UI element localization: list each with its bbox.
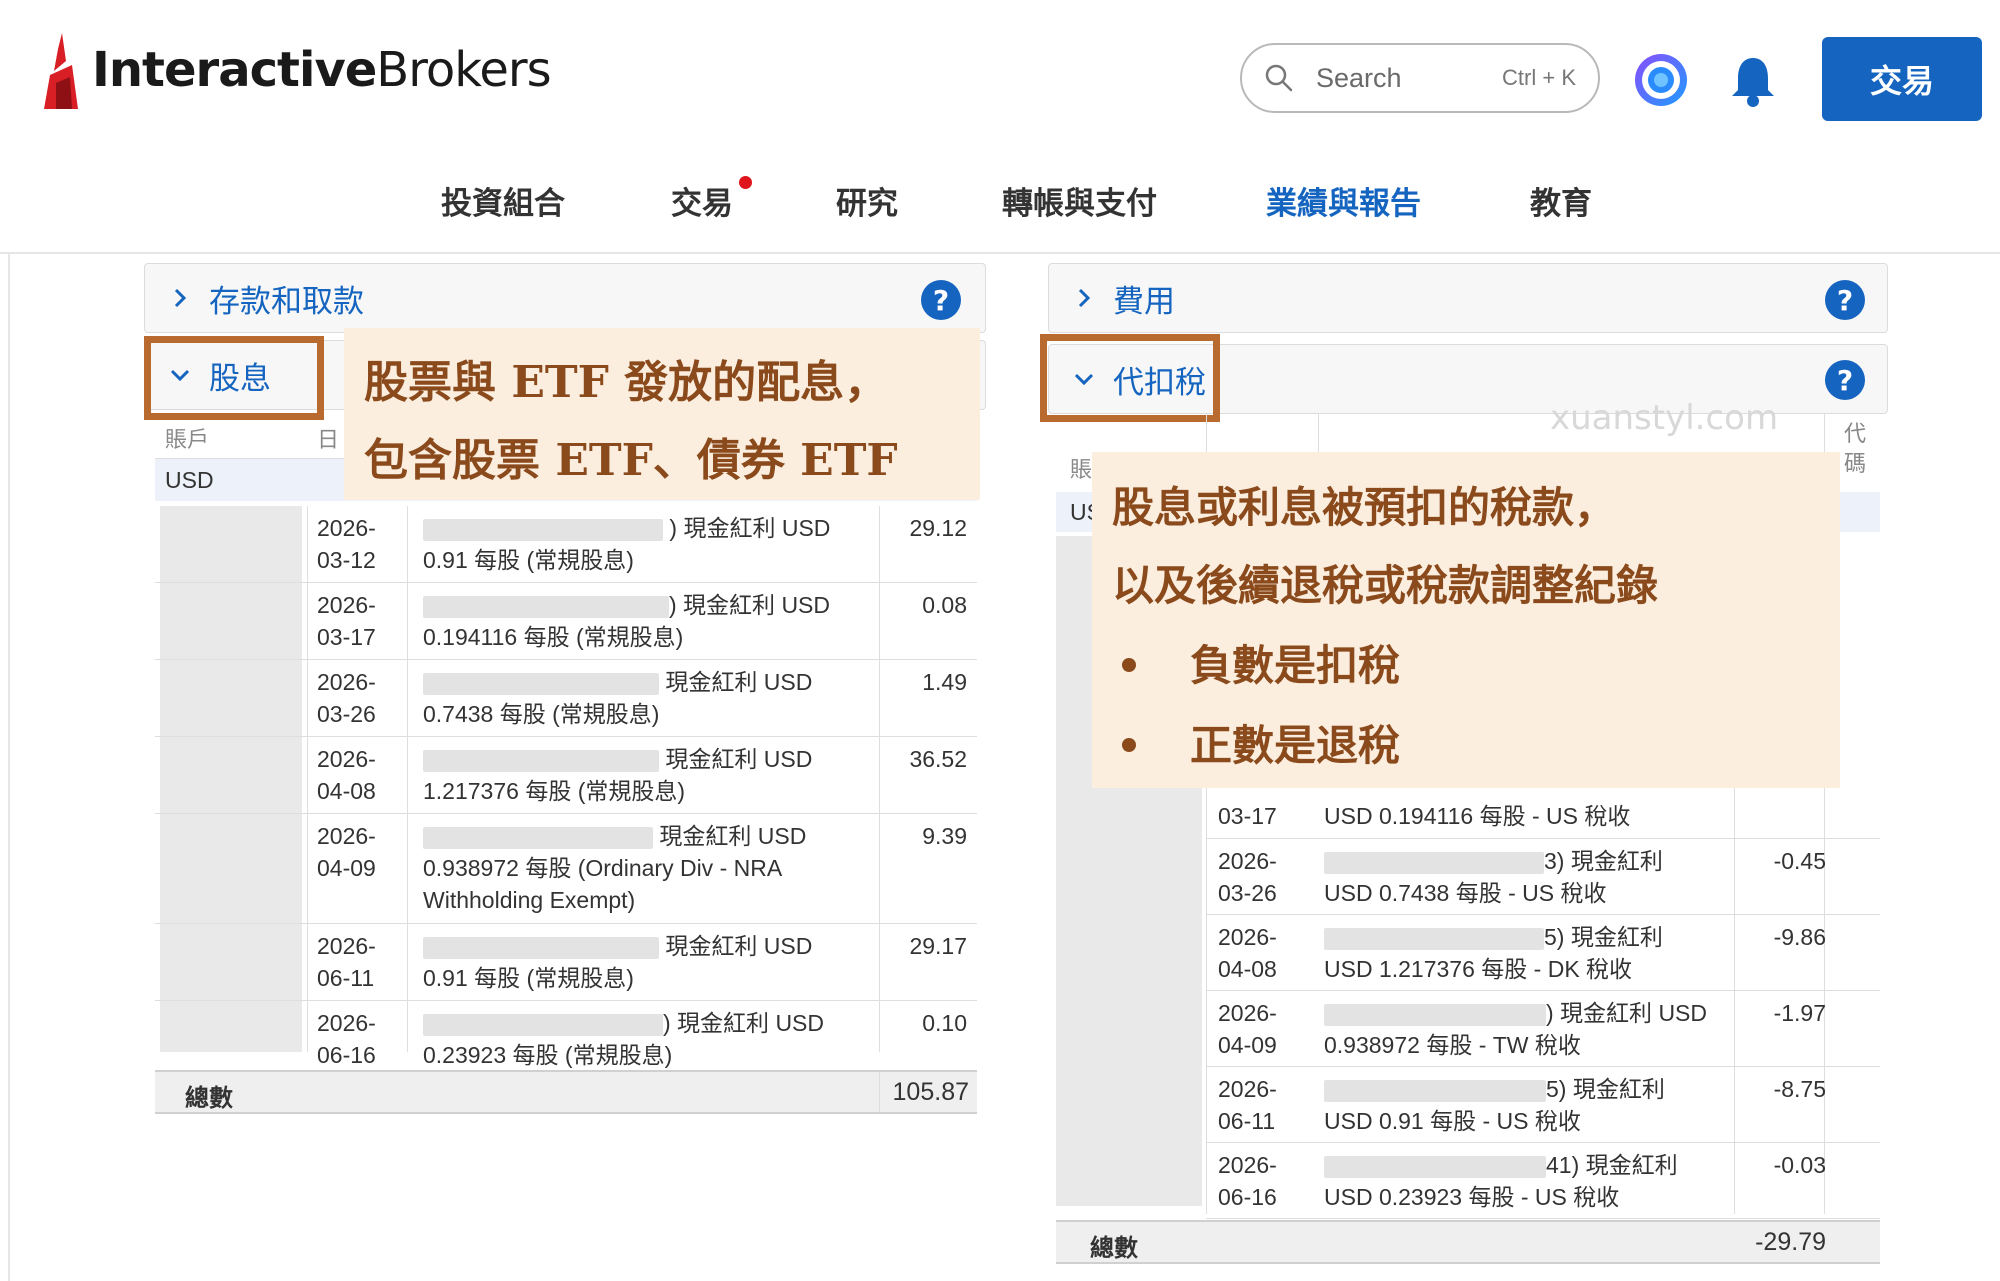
- table-row: 2026- 03-26 3) 現金紅利 USD 0.7438 每股 - US 稅…: [1206, 839, 1880, 915]
- table-row: 2026- 06-11 現金紅利 USD 0.91 每股 (常規股息) 29.1…: [155, 924, 977, 1001]
- nav-item-trade[interactable]: 交易: [671, 178, 733, 223]
- total-label: 總數: [185, 1084, 233, 1112]
- section-title: 費用: [1113, 283, 1175, 320]
- col-date: 日: [317, 428, 340, 453]
- trade-button[interactable]: 交易: [1822, 37, 1982, 121]
- help-icon[interactable]: ?: [1825, 280, 1865, 320]
- section-title: 存款和取款: [209, 283, 364, 320]
- table-row: 2026- 04-09 ) 現金紅利 USD 0.938972 每股 - TW …: [1206, 991, 1880, 1067]
- redacted-text: [423, 518, 663, 541]
- redacted-text: [423, 826, 653, 849]
- nav-item-education[interactable]: 教育: [1530, 178, 1592, 223]
- redacted-text: [423, 672, 659, 695]
- chevron-right-icon: [1078, 288, 1091, 308]
- table-row: 2026- 06-11 5) 現金紅利 USD 0.91 每股 - US 稅收 …: [1206, 1067, 1880, 1143]
- redacted-text: [1324, 1155, 1546, 1178]
- ib-flame-icon: [44, 33, 78, 109]
- nav-trade-dot: [739, 176, 752, 189]
- table-row: 2026- 04-09 現金紅利 USD 0.938972 每股 (Ordina…: [155, 814, 977, 924]
- table-row: 2026- 03-17 ) 現金紅利 USD 0.194116 每股 (常規股息…: [155, 583, 977, 660]
- table-row: 2026- 06-16 41) 現金紅利 USD 0.23923 每股 - US…: [1206, 1143, 1880, 1219]
- redacted-text: [423, 749, 659, 772]
- ib-logo[interactable]: InteractiveBrokers: [42, 30, 552, 110]
- main-nav: 投資組合 交易 研究 轉帳與支付 業績與報告 教育: [0, 176, 2000, 228]
- search-placeholder: Search: [1316, 62, 1402, 93]
- highlight-dividends: [144, 336, 324, 420]
- nav-item-research[interactable]: 研究: [836, 178, 898, 223]
- redacted-text: [423, 595, 669, 618]
- ai-assistant-icon[interactable]: [1632, 51, 1690, 109]
- search-input[interactable]: Search Ctrl + K: [1240, 43, 1600, 113]
- redacted-text: [1324, 851, 1544, 874]
- search-icon: [1265, 64, 1293, 92]
- table-row: 2026- 03-26 現金紅利 USD 0.7438 每股 (常規股息) 1.…: [155, 660, 977, 737]
- nav-divider: [0, 252, 2000, 254]
- total-value: 105.87: [892, 1078, 969, 1106]
- annotation-withholding-tax: 股息或利息被預扣的稅款， 以及後續退稅或稅款調整紀錄 負數是扣稅 正數是退稅: [1092, 452, 1840, 788]
- table-row: 2026- 04-08 現金紅利 USD 1.217376 每股 (常規股息) …: [155, 737, 977, 814]
- total-label: 總數: [1090, 1234, 1138, 1262]
- col-account: 賬: [1070, 458, 1093, 483]
- total-value: -29.79: [1755, 1228, 1826, 1256]
- nav-item-transfer-pay[interactable]: 轉帳與支付: [1002, 178, 1157, 223]
- logo-wordmark: InteractiveBrokers: [92, 42, 552, 98]
- annotation-dividends: 股票與 ETF 發放的配息， 包含股票 ETF、債券 ETF: [344, 328, 980, 500]
- chevron-right-icon: [174, 288, 187, 308]
- redacted-text: [1324, 1003, 1546, 1026]
- table-row: 2026- 06-16 ) 現金紅利 USD 0.23923 每股 (常規股息)…: [155, 1001, 977, 1078]
- help-icon[interactable]: ?: [1825, 360, 1865, 400]
- dividends-total-row: 總數 105.87: [155, 1070, 977, 1114]
- col-code: 代碼: [1844, 422, 1867, 477]
- table-row: 2026- 03-12 ) 現金紅利 USD 0.91 每股 (常規股息) 29…: [155, 506, 977, 583]
- nav-item-portfolio[interactable]: 投資組合: [441, 178, 565, 223]
- page-left-border: [8, 254, 10, 1281]
- withholding-total-row: 總數 -29.79: [1056, 1220, 1880, 1264]
- section-fees[interactable]: 費用: [1048, 263, 1888, 333]
- section-deposits-withdrawals[interactable]: 存款和取款: [144, 263, 986, 333]
- redacted-text: [1324, 1079, 1546, 1102]
- col-account: 賬戶: [165, 428, 210, 453]
- notification-bell-icon[interactable]: [1728, 54, 1778, 108]
- highlight-withholding-tax: [1040, 334, 1220, 422]
- help-icon[interactable]: ?: [921, 280, 961, 320]
- redacted-text: [423, 936, 659, 959]
- redacted-text: [1324, 927, 1544, 950]
- dividends-table: 賬戶 日 USD 2026- 03-12 ) 現金紅利 USD 0.91 每股 …: [155, 418, 977, 1118]
- table-row: 2026- 04-08 5) 現金紅利 USD 1.217376 每股 - DK…: [1206, 915, 1880, 991]
- currency-label: USD: [165, 467, 214, 493]
- nav-item-performance-reports[interactable]: 業績與報告: [1266, 178, 1421, 223]
- redacted-text: [423, 1013, 663, 1036]
- search-shortcut: Ctrl + K: [1502, 65, 1576, 90]
